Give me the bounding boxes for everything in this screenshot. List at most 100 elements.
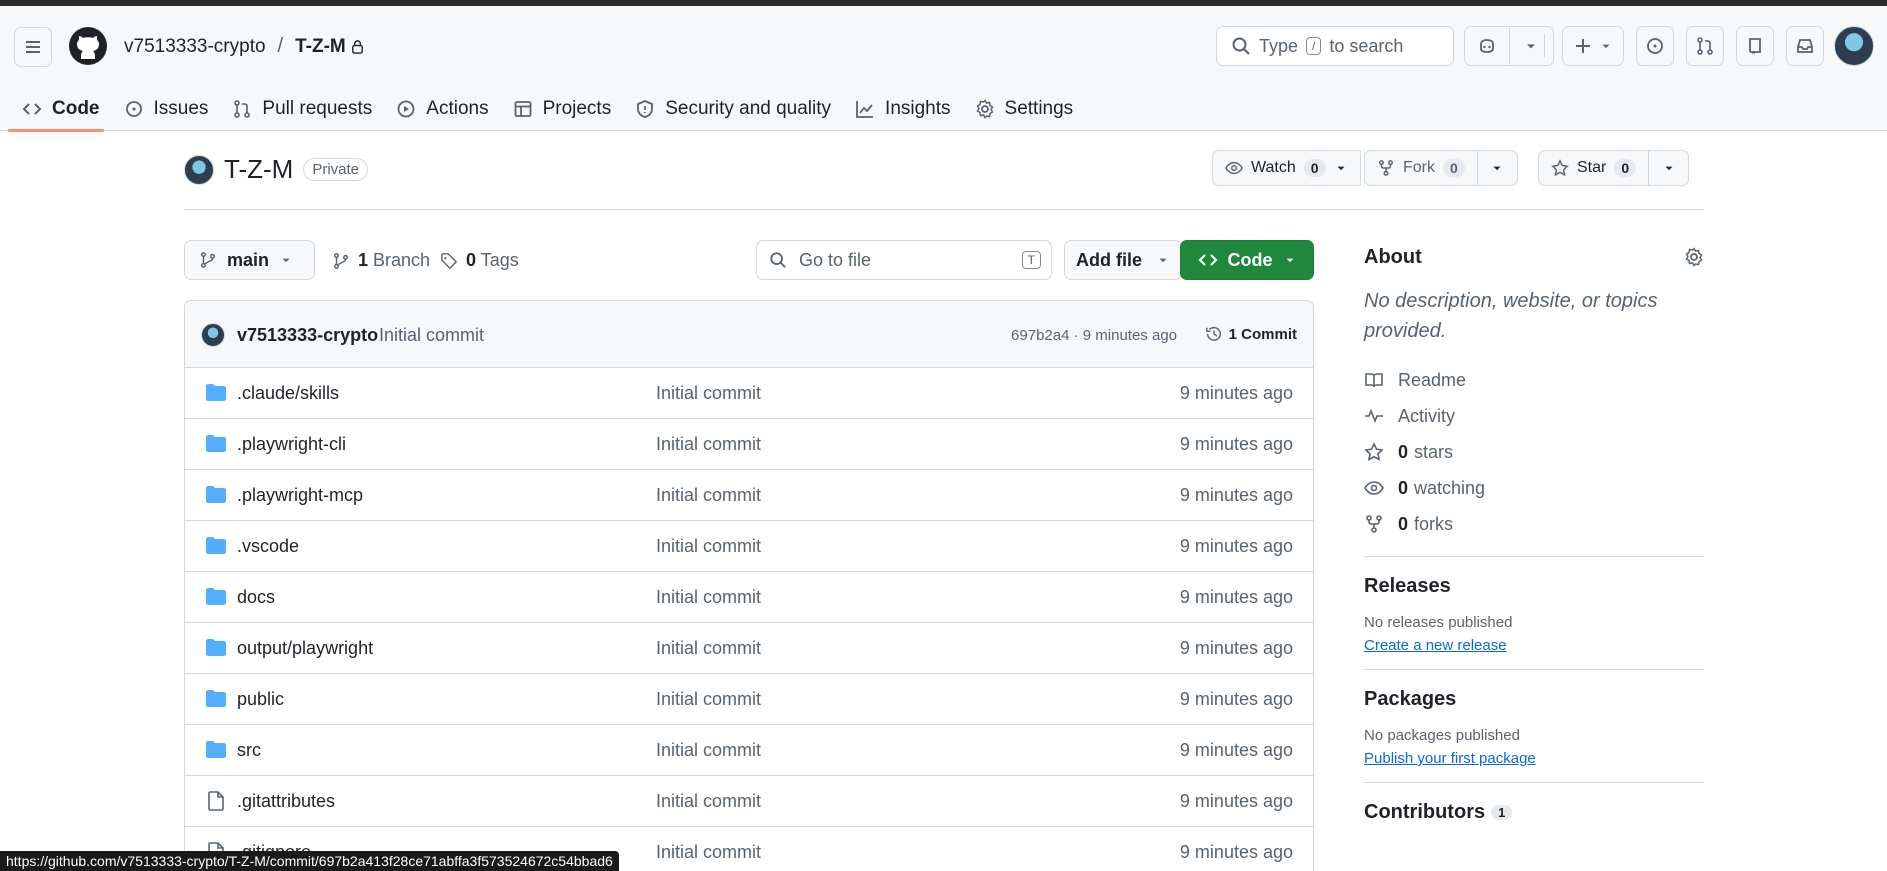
contributors-count: 1 (1491, 805, 1513, 821)
branches-link[interactable]: 1 Branch (332, 250, 430, 271)
file-commit-time: 9 minutes ago (1179, 740, 1293, 760)
contributors-title[interactable]: Contributors 1 (1364, 801, 1704, 824)
watching-link[interactable]: 0 watching (1364, 470, 1704, 506)
tab-pull-requests[interactable]: Pull requests (220, 86, 384, 131)
add-file-button[interactable]: Add file (1064, 240, 1182, 280)
table-icon (514, 100, 531, 117)
search-icon (1232, 37, 1250, 55)
commit-count-label: 1 Commit (1228, 325, 1297, 343)
file-commit-message[interactable]: Initial commit (656, 689, 761, 710)
watch-label: Watch (1251, 159, 1296, 176)
file-commit-message[interactable]: Initial commit (656, 383, 761, 404)
create-new-button[interactable] (1562, 26, 1624, 66)
file-commit-message[interactable]: Initial commit (656, 485, 761, 506)
branch-icon (333, 252, 349, 269)
file-commit-time: 9 minutes ago (1179, 791, 1293, 811)
star-icon (1364, 442, 1384, 461)
file-name[interactable]: .playwright-cli (237, 434, 346, 455)
owner-avatar[interactable] (184, 154, 214, 185)
file-row[interactable]: output/playwright Initial commit 9 minutes… (185, 623, 1313, 674)
tab-security-label: Security and quality (665, 97, 832, 119)
file-commit-message[interactable]: Initial commit (656, 791, 761, 812)
commit-author-avatar[interactable] (201, 323, 225, 347)
forks-link[interactable]: 0 forks (1364, 506, 1704, 542)
chevron-down-icon[interactable] (1523, 38, 1539, 54)
file-commit-message[interactable]: Initial commit (656, 434, 761, 455)
tab-issues[interactable]: Issues (112, 86, 221, 131)
history-icon (1205, 326, 1221, 341)
repo-name[interactable]: T-Z-M (224, 154, 293, 185)
file-name[interactable]: src (237, 740, 261, 761)
file-row[interactable]: .claude/skills Initial commit 9 minutes ag… (185, 368, 1313, 419)
tab-insights[interactable]: Insights (843, 86, 962, 131)
copilot-button[interactable] (1464, 26, 1554, 66)
file-name[interactable]: docs (237, 587, 275, 608)
fork-dropdown[interactable] (1477, 150, 1518, 186)
file-row[interactable]: .playwright-mcp Initial commit 9 minutes a… (185, 470, 1313, 521)
issues-button[interactable] (1636, 26, 1674, 66)
watching-label: watching (1414, 477, 1486, 498)
about-title: About (1364, 245, 1422, 268)
watch-button[interactable]: Watch 0 (1212, 150, 1361, 186)
file-name[interactable]: output/playwright (237, 638, 373, 659)
file-commit-message[interactable]: Initial commit (656, 740, 761, 761)
file-commit-message[interactable]: Initial commit (656, 587, 761, 608)
go-to-file-input[interactable]: Go to file T (756, 240, 1052, 280)
readme-link[interactable]: Readme (1364, 362, 1704, 398)
star-button-group: Star 0 (1538, 150, 1690, 186)
activity-link[interactable]: Activity (1364, 398, 1704, 434)
code-dropdown-button[interactable]: Code (1180, 240, 1314, 280)
branch-select-button[interactable]: main (184, 240, 315, 280)
tab-security[interactable]: Security and quality (623, 86, 843, 131)
menu-button[interactable] (14, 27, 52, 67)
star-dropdown[interactable] (1649, 150, 1690, 186)
watching-count: 0 (1398, 477, 1409, 498)
file-row[interactable]: .vscode Initial commit 9 minutes ago (185, 521, 1313, 572)
commit-author[interactable]: v7513333-crypto (237, 325, 378, 346)
fork-button[interactable]: Fork 0 (1364, 150, 1478, 186)
tab-settings[interactable]: Settings (963, 86, 1086, 131)
sidebar-divider (1364, 556, 1704, 557)
file-name[interactable]: .claude/skills (237, 383, 339, 404)
breadcrumb-repo[interactable]: T-Z-M (295, 36, 365, 58)
global-header: v7513333-crypto / T-Z-M Type / to search (0, 6, 1887, 132)
file-commit-message[interactable]: Initial commit (656, 536, 761, 557)
repositories-button[interactable] (1736, 26, 1774, 66)
tab-actions-label: Actions (426, 97, 489, 119)
star-button[interactable]: Star 0 (1538, 150, 1650, 186)
file-row[interactable]: public Initial commit 9 minutes ago (185, 674, 1313, 725)
gear-icon[interactable] (1684, 247, 1704, 267)
stars-link[interactable]: 0 stars (1364, 434, 1704, 470)
file-name[interactable]: .gitattributes (237, 791, 335, 812)
releases-title[interactable]: Releases (1364, 575, 1704, 598)
file-row[interactable]: src Initial commit 9 minutes ago (185, 725, 1313, 776)
tab-projects[interactable]: Projects (501, 86, 624, 131)
watch-count: 0 (1303, 159, 1326, 177)
file-commit-time: 9 minutes ago (1179, 434, 1293, 454)
file-commit-message[interactable]: Initial commit (656, 842, 761, 863)
commit-message[interactable]: Initial commit (379, 325, 484, 346)
file-row[interactable]: docs Initial commit 9 minutes ago (185, 572, 1313, 623)
file-row[interactable]: .gitattributes Initial commit 9 minutes ag… (185, 776, 1313, 827)
packages-title[interactable]: Packages (1364, 688, 1704, 711)
readme-label: Readme (1398, 369, 1467, 390)
file-name[interactable]: public (237, 689, 284, 710)
file-name[interactable]: .playwright-mcp (237, 485, 363, 506)
tab-actions[interactable]: Actions (384, 86, 500, 131)
github-logo-icon[interactable] (68, 26, 108, 66)
commit-history-link[interactable]: 1 Commit (1205, 325, 1297, 343)
user-avatar[interactable] (1834, 26, 1874, 66)
tab-code[interactable]: Code (0, 86, 112, 132)
file-commit-message[interactable]: Initial commit (656, 638, 761, 659)
commit-sha-time[interactable]: 697b2a4 · 9 minutes ago (1011, 327, 1177, 344)
global-search-input[interactable]: Type / to search (1216, 26, 1454, 66)
file-row[interactable]: .playwright-cli Initial commit 9 minutes a… (185, 419, 1313, 470)
pull-requests-button[interactable] (1686, 26, 1724, 66)
create-release-link[interactable]: Create a new release (1364, 637, 1507, 654)
inbox-button[interactable] (1786, 26, 1824, 66)
file-name[interactable]: .vscode (237, 536, 299, 557)
publish-package-link[interactable]: Publish your first package (1364, 750, 1536, 767)
breadcrumb-owner[interactable]: v7513333-crypto (124, 36, 266, 58)
inbox-icon (1797, 39, 1813, 53)
tags-link[interactable]: 0 Tags (440, 250, 519, 271)
